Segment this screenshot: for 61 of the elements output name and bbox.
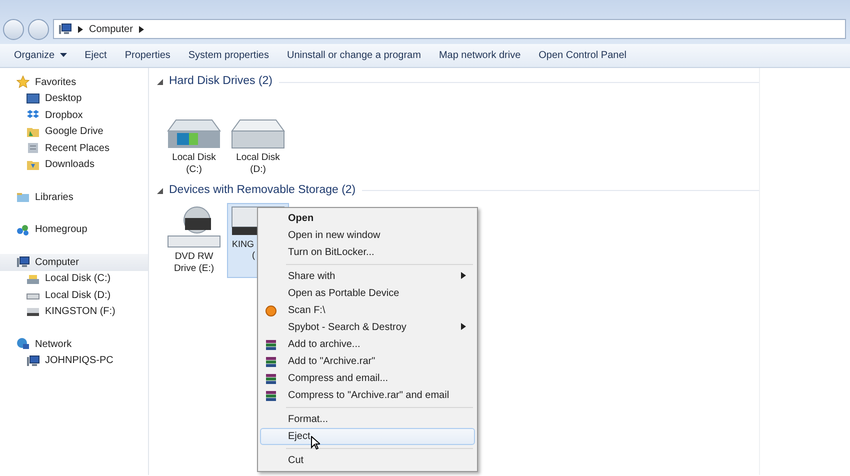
desktop-icon xyxy=(26,92,40,106)
books-icon xyxy=(265,390,277,402)
toolbar-button[interactable]: Properties xyxy=(116,45,178,66)
menu-item[interactable]: Open as Portable Device xyxy=(260,285,475,302)
address-bar[interactable]: Computer xyxy=(53,19,846,39)
books-icon xyxy=(265,356,277,368)
books-icon xyxy=(265,339,277,351)
recent-places-icon xyxy=(26,141,40,156)
menu-item[interactable]: Add to archive... xyxy=(260,336,475,353)
menu-item[interactable]: Open xyxy=(260,210,475,227)
nav-item[interactable]: Local Disk (D:) xyxy=(0,287,148,304)
breadcrumb-arrow-icon[interactable] xyxy=(138,26,144,32)
computer-icon xyxy=(26,354,40,368)
toolbar-button[interactable]: Eject xyxy=(76,45,115,66)
books-icon xyxy=(265,373,277,385)
nav-item[interactable]: Homegroup xyxy=(0,222,148,238)
computer-icon xyxy=(58,22,72,36)
menu-item[interactable]: Spybot - Search & Destroy xyxy=(260,319,475,336)
hard-drive-icon xyxy=(167,119,221,149)
menu-item[interactable]: Add to "Archive.rar" xyxy=(260,353,475,370)
menu-item[interactable]: Share with xyxy=(260,268,475,285)
menu-item[interactable]: Turn on BitLocker... xyxy=(260,244,475,261)
group-title: Hard Disk Drives (2) xyxy=(169,74,273,90)
toolbar-button[interactable]: Organize xyxy=(6,45,75,66)
libraries-icon xyxy=(16,190,30,204)
nav-item[interactable]: Downloads xyxy=(0,156,148,173)
collapse-arrow-icon[interactable] xyxy=(157,79,163,85)
nav-item[interactable]: Favorites xyxy=(0,74,148,90)
nav-item[interactable]: JOHNPIQS-PC xyxy=(0,352,148,369)
nav-item[interactable]: Google Drive xyxy=(0,124,148,140)
group-title: Devices with Removable Storage (2) xyxy=(169,183,356,198)
nav-item[interactable]: Network xyxy=(0,336,148,352)
mouse-cursor-icon xyxy=(311,436,320,450)
toolbar-button[interactable]: Uninstall or change a program xyxy=(278,45,429,66)
drive-tile[interactable]: Local Disk (C:) xyxy=(163,116,225,179)
menu-item[interactable]: Compress to "Archive.rar" and email xyxy=(260,387,475,404)
menu-item[interactable]: Format... xyxy=(260,411,475,428)
toolbar-button[interactable]: System properties xyxy=(180,45,277,66)
menu-item[interactable]: Open in new window xyxy=(260,227,475,244)
breadcrumb-segment[interactable]: Computer xyxy=(89,22,133,36)
drive-tile[interactable]: DVD RW Drive (E:) xyxy=(163,202,225,278)
menu-item[interactable]: Cut xyxy=(260,452,475,469)
breadcrumb-arrow-icon xyxy=(78,26,83,32)
menu-item[interactable]: Scan F:\ xyxy=(260,302,475,319)
network-icon xyxy=(16,337,30,352)
nav-item[interactable]: Desktop xyxy=(0,90,148,107)
nav-item[interactable]: Libraries xyxy=(0,189,148,206)
nav-item[interactable]: KINGSTON (F:) xyxy=(0,304,148,320)
nav-item[interactable]: Recent Places xyxy=(0,140,148,156)
menu-item[interactable]: Compress and email... xyxy=(260,370,475,387)
nav-item[interactable]: Computer xyxy=(0,254,148,270)
hard-drive-icon xyxy=(231,119,285,149)
collapse-arrow-icon[interactable] xyxy=(157,188,163,194)
drive-tile[interactable]: Local Disk (D:) xyxy=(227,116,289,179)
star-icon xyxy=(16,75,30,90)
nav-item[interactable]: Local Disk (C:) xyxy=(0,270,148,287)
toolbar-button[interactable]: Map network drive xyxy=(430,45,529,66)
toolbar-button[interactable]: Open Control Panel xyxy=(530,45,634,66)
computer-icon xyxy=(16,255,30,270)
nav-item[interactable]: Dropbox xyxy=(0,107,148,124)
dvd-drive-icon xyxy=(167,206,221,248)
